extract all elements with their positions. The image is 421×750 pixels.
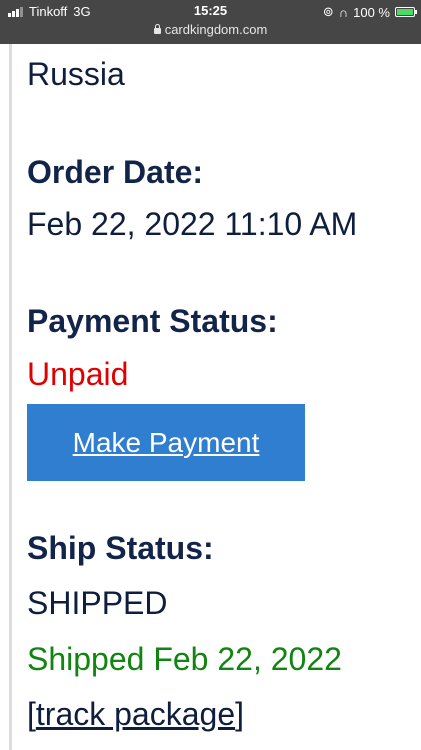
shipping-country: Russia bbox=[27, 56, 125, 92]
ship-status-value: SHIPPED bbox=[27, 585, 168, 621]
address-bar[interactable]: cardkingdom.com bbox=[0, 22, 421, 37]
payment-status-label: Payment Status: bbox=[27, 303, 278, 339]
payment-status-value: Unpaid bbox=[27, 356, 129, 392]
track-package: [track package] bbox=[27, 696, 244, 733]
headphones-icon: ∩ bbox=[338, 4, 349, 20]
battery-icon bbox=[395, 7, 417, 17]
status-bar: Tinkoff 3G 15:25 cardkingdom.com ⊚ ∩ 100… bbox=[0, 0, 421, 44]
url-text: cardkingdom.com bbox=[164, 22, 268, 37]
battery-percentage: 100 % bbox=[353, 4, 390, 20]
content-divider bbox=[9, 44, 12, 750]
ship-status-label: Ship Status: bbox=[27, 530, 214, 566]
shipped-date: Shipped Feb 22, 2022 bbox=[27, 641, 342, 677]
orientation-lock-icon: ⊚ bbox=[322, 4, 334, 19]
track-bracket-close: ] bbox=[235, 696, 244, 732]
make-payment-button[interactable]: Make Payment bbox=[27, 404, 305, 481]
lock-icon bbox=[153, 24, 161, 34]
order-details-page: Russia Order Date: Feb 22, 2022 11:10 AM… bbox=[0, 44, 421, 750]
make-payment-label: Make Payment bbox=[72, 426, 260, 458]
system-indicators: ⊚ ∩ 100 % bbox=[322, 4, 417, 20]
order-date-value: Feb 22, 2022 11:10 AM bbox=[27, 206, 358, 242]
track-bracket-open: [ bbox=[27, 696, 36, 732]
order-date-label: Order Date: bbox=[27, 154, 204, 190]
track-package-link[interactable]: track package bbox=[36, 696, 235, 732]
